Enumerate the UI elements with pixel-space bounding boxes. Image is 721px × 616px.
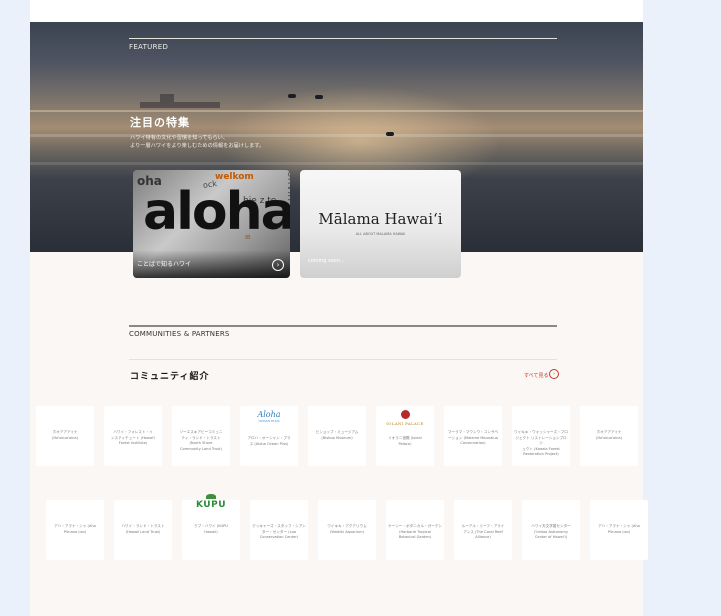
community-name: アハ・アマナ・シャ (Aha Pūnana Leo) bbox=[54, 524, 96, 534]
community-name: アハ・アマナ・シャ (Aha Pūnana Leo) bbox=[598, 524, 640, 534]
community-tile[interactable]: ケーシー・ボタニカル・ガーデン (Harbarie Tropical Botan… bbox=[386, 500, 444, 560]
featured-description-line: より一層ハワイをより楽しむための情報をお届けします。 bbox=[130, 143, 265, 149]
card-subtitle: ALL ABOUT MALAMA HAWAII bbox=[355, 232, 406, 236]
community-name: ビショップ・ミュージアム (Bishop Museum) bbox=[315, 430, 359, 440]
aloha-ocean-plus-logo: Aloha OCEAN PLUS bbox=[240, 410, 298, 423]
iolani-palace-crest-icon bbox=[401, 410, 410, 419]
community-tile[interactable]: ビショップ・ミュージアム (Bishop Museum) bbox=[308, 406, 366, 466]
community-name: ハワイ・フォレスト・イ ンスティテュート (Hawai'i Forest Ins… bbox=[110, 430, 156, 445]
community-name: ルーアル・リーフ・アライ アンス (The Coral Reef Allianc… bbox=[461, 524, 505, 539]
community-name: ハワイ・ランド・トラスト (Hawaii Land Trust) bbox=[121, 524, 165, 534]
card-caption: coming soon... bbox=[308, 258, 345, 264]
card-image-aloha-word: aloha bbox=[143, 182, 290, 242]
featured-title: 注目の特集 bbox=[130, 116, 190, 129]
community-name: クッキャーズ・スタッフ・シアン ター・センター (Loa Conservatio… bbox=[252, 524, 306, 539]
featured-rule bbox=[129, 38, 557, 39]
community-name: イオラニ宮殿 (Iolani Palace) bbox=[388, 436, 422, 446]
hero-surfer bbox=[315, 95, 323, 99]
community-tile[interactable]: ワイキキ・ウォッシャーズ・プロ ジェクト リストレーションプロジ ェクト (Ka… bbox=[512, 406, 570, 466]
card-image-word: welkom bbox=[215, 172, 254, 182]
community-tile[interactable]: ハワイ・ランド・トラスト (Hawaii Land Trust) bbox=[114, 500, 172, 560]
hero-surfer bbox=[386, 132, 394, 136]
community-tile[interactable]: ワイキキ・アクアリウム (Waikiki Aquarium) bbox=[318, 500, 376, 560]
featured-description: ハワイ特有の文化や習慣を知ってもらい、 より一層ハワイをより楽しむための情報をお… bbox=[130, 134, 380, 150]
communities-rule bbox=[129, 325, 557, 327]
community-tile[interactable]: アハ・アマナ・シャ (Aha Pūnana Leo) bbox=[590, 500, 648, 560]
hero-pier bbox=[140, 94, 220, 108]
community-tile[interactable]: Aloha OCEAN PLUS アロハ・オーシャン・プラ ス (Aloha Oc… bbox=[240, 406, 298, 466]
featured-description-line: ハワイ特有の文化や習慣を知ってもらい、 bbox=[130, 135, 229, 141]
logo-subtext: OCEAN PLUS bbox=[258, 419, 280, 423]
featured-section-label: FEATURED bbox=[129, 43, 169, 51]
kupu-leaf-icon bbox=[206, 494, 216, 499]
community-name: ホオアアアイナ (Ho'okua'aina) bbox=[51, 430, 78, 440]
community-name: クプ・ハワイ (KUPU Hawaii) bbox=[194, 524, 228, 534]
feature-card-malama-hawaii[interactable]: Mālama Hawaiʻi ALL ABOUT MALAMA HAWAII c… bbox=[300, 170, 461, 278]
community-name: ハワイ天文学習センター ('Imiloa Astronomy Center of… bbox=[531, 524, 571, 539]
community-tile[interactable]: クッキャーズ・スタッフ・シアン ター・センター (Loa Conservatio… bbox=[250, 500, 308, 560]
community-tile[interactable]: ホオアアアイナ (Ho'okua'aina) bbox=[580, 406, 638, 466]
community-tile[interactable]: ハワイ天文学習センター ('Imiloa Astronomy Center of… bbox=[522, 500, 580, 560]
communities-title: コミュニティ紹介 bbox=[130, 372, 210, 382]
logo-text: Aloha bbox=[257, 410, 281, 419]
community-tile[interactable]: ホオアアアイナ (Ho'okua'aina) bbox=[36, 406, 94, 466]
kupu-logo: KUPU bbox=[195, 500, 227, 510]
card-caption: ことばで知るハワイ bbox=[137, 261, 192, 268]
community-tile[interactable]: ハワイ・フォレスト・イ ンスティテュート (Hawai'i Forest Ins… bbox=[104, 406, 162, 466]
community-name: ゾーエスキアビーコミュニ ティ・ランド・トラスト (North Shore Co… bbox=[179, 430, 223, 451]
arrow-right-icon[interactable]: › bbox=[549, 369, 559, 379]
hero-wave bbox=[30, 162, 643, 165]
hero-horizon bbox=[30, 110, 643, 112]
card-title: Mālama Hawaiʻi bbox=[318, 210, 443, 228]
top-strip bbox=[30, 0, 643, 22]
community-tile[interactable]: IOLANI PALACE イオラニ宮殿 (Iolani Palace) bbox=[376, 406, 434, 466]
community-name: ワイキキ・ウォッシャーズ・プロ ジェクト リストレーションプロジ ェクト (Ka… bbox=[514, 430, 568, 456]
community-tile[interactable]: ルーアル・リーフ・アライ アンス (The Coral Reef Allianc… bbox=[454, 500, 512, 560]
feature-card-kotoba[interactable]: oha welkom hje z te ock bonvin ಹ aloha こ… bbox=[133, 170, 290, 278]
community-tile[interactable]: マーラマ・マウンウ・コンサベ ーション (Malama Maunalua Con… bbox=[444, 406, 502, 466]
communities-section-label: COMMUNITIES & PARTNERS bbox=[129, 330, 230, 338]
community-name: マーラマ・マウンウ・コンサベ ーション (Malama Maunalua Con… bbox=[447, 430, 499, 445]
iolani-palace-logo: IOLANI PALACE bbox=[386, 421, 424, 426]
community-name: ホオアアアイナ (Ho'okua'aina) bbox=[595, 430, 622, 440]
community-name: ケーシー・ボタニカル・ガーデン (Harbarie Tropical Botan… bbox=[388, 524, 442, 539]
community-tile[interactable]: KUPU クプ・ハワイ (KUPU Hawaii) bbox=[182, 494, 240, 560]
communities-divider bbox=[129, 359, 557, 360]
see-all-link[interactable]: すべて見る bbox=[524, 372, 548, 379]
hero-surfer bbox=[288, 94, 296, 98]
community-tile[interactable]: アハ・アマナ・シャ (Aha Pūnana Leo) bbox=[46, 500, 104, 560]
arrow-right-icon: › bbox=[272, 259, 284, 271]
community-name: ワイキキ・アクアリウム (Waikiki Aquarium) bbox=[327, 524, 367, 534]
community-name: アロハ・オーシャン・プラ ス (Aloha Ocean Plus) bbox=[247, 436, 291, 446]
community-tile[interactable]: ゾーエスキアビーコミュニ ティ・ランド・トラスト (North Shore Co… bbox=[172, 406, 230, 466]
